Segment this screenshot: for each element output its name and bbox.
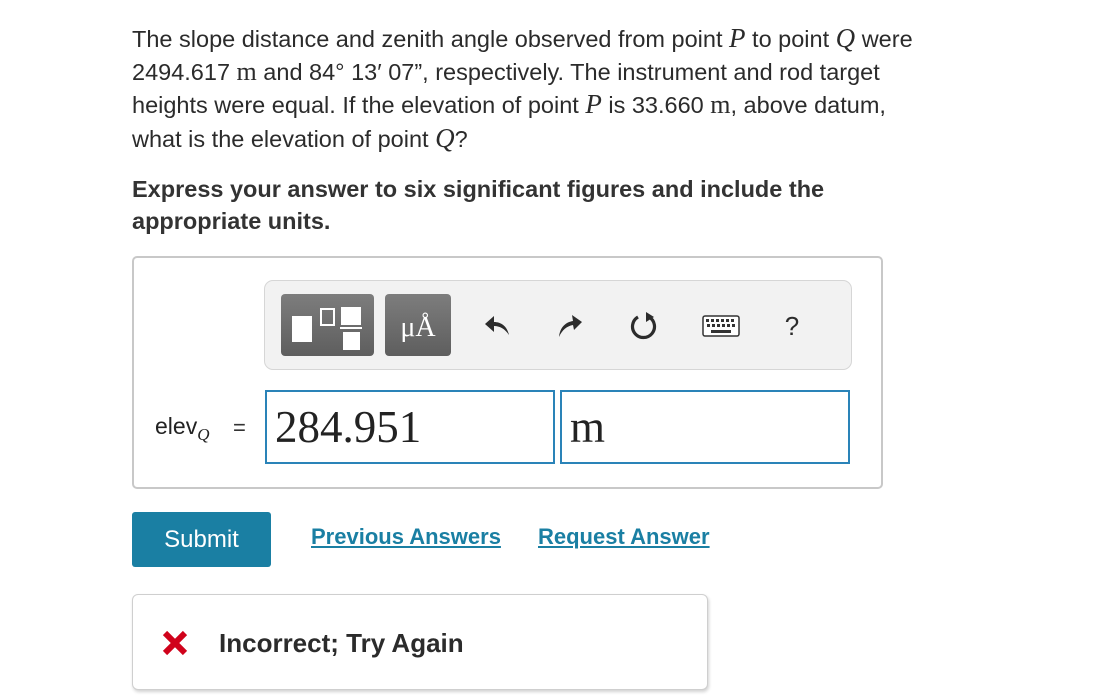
keyboard-button[interactable] xyxy=(701,309,741,343)
math-toolbar: μÅ ? xyxy=(264,280,852,370)
request-answer-link[interactable]: Request Answer xyxy=(538,524,710,550)
equals-sign: = xyxy=(233,415,246,440)
units-icon: μÅ xyxy=(400,312,436,343)
value-input[interactable]: 284.951 xyxy=(265,390,555,464)
reset-icon xyxy=(630,312,657,340)
submit-button[interactable]: Submit xyxy=(132,512,271,567)
keyboard-icon xyxy=(702,315,740,337)
templates-icon xyxy=(292,307,362,350)
feedback-box: Incorrect; Try Again xyxy=(132,594,708,690)
undo-icon xyxy=(485,316,509,335)
feedback-text: Incorrect; Try Again xyxy=(219,628,464,658)
undo-button[interactable] xyxy=(481,309,515,343)
units-button[interactable]: μÅ xyxy=(385,294,451,356)
answer-variable-label: elevQ xyxy=(155,413,210,444)
help-button[interactable]: ? xyxy=(775,309,809,343)
unit-input[interactable]: m xyxy=(560,390,850,464)
reset-button[interactable] xyxy=(627,309,661,343)
unit-text: m xyxy=(570,402,606,452)
question-text: The slope distance and zenith angle obse… xyxy=(132,23,913,153)
answer-instructions: Express your answer to six significant f… xyxy=(132,176,825,234)
templates-button[interactable] xyxy=(281,294,374,356)
redo-icon xyxy=(559,315,582,337)
value-text: 284.951 xyxy=(275,402,422,452)
redo-button[interactable] xyxy=(553,309,587,343)
help-icon: ? xyxy=(784,310,800,341)
previous-answers-link[interactable]: Previous Answers xyxy=(311,524,501,550)
incorrect-x-icon xyxy=(162,630,188,656)
